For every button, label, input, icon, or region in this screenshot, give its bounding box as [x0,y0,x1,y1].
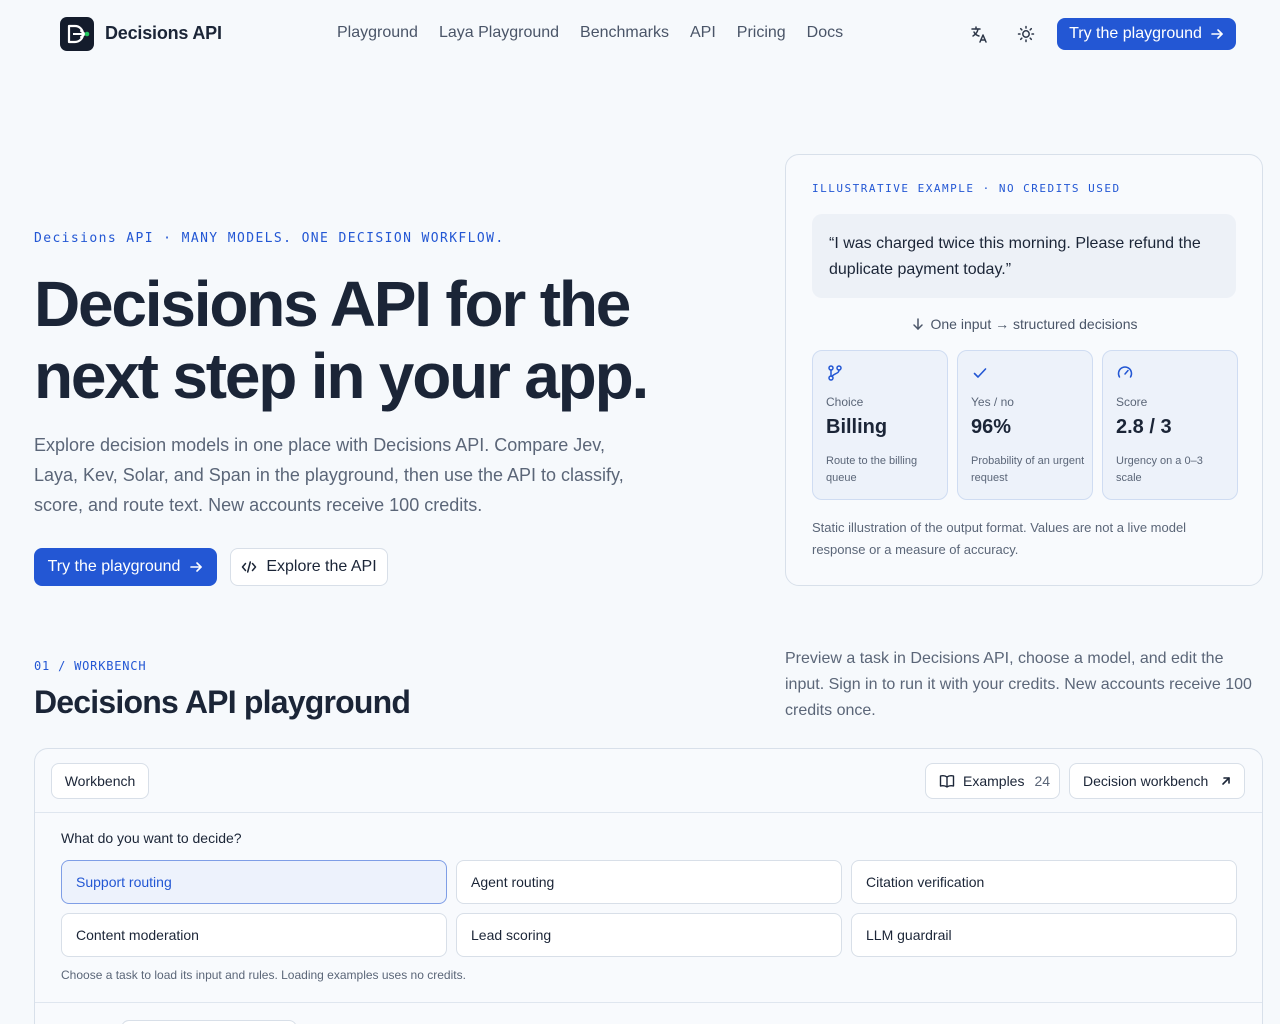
nav-pricing[interactable]: Pricing [737,24,786,42]
workbench-panel: Workbench Examples 24 Decision workbench… [34,748,1263,1024]
tile-yes-no: Yes / no 96% Probability of an urgent re… [957,350,1093,500]
header-cta-label: Try the playground [1069,25,1202,42]
main-nav: Playground Laya Playground Benchmarks AP… [337,24,843,42]
decision-workbench-label: Decision workbench [1083,773,1209,789]
examples-button[interactable]: Examples 24 [925,763,1060,799]
book-icon [939,775,955,788]
example-quote: “I was charged twice this morning. Pleas… [812,214,1236,298]
site-header: Decisions API Playground Laya Playground… [0,0,1280,68]
tile-description: Urgency on a 0–3 scale [1116,455,1203,484]
decide-question: What do you want to decide? [61,830,242,846]
task-options: Support routing Agent routing Citation v… [61,860,1237,957]
nav-benchmarks[interactable]: Benchmarks [580,24,669,42]
logo-icon[interactable] [60,17,94,51]
check-icon [971,364,989,387]
option-citation-verification[interactable]: Citation verification [851,860,1237,904]
hero-title-line-2: next step in your app. [34,340,649,412]
tile-label: Choice [826,395,864,409]
hero-title: Decisions API for the next step in your … [34,268,734,412]
explore-api-button[interactable]: Explore the API [230,548,388,586]
tile-score: Score 2.8 / 3 Urgency on a 0–3 scale [1102,350,1238,500]
tile-value: 2.8 / 3 [1116,416,1172,438]
nav-playground[interactable]: Playground [337,24,418,42]
code-icon [242,561,257,573]
workbench-toolbar: Workbench Examples 24 Decision workbench [35,749,1262,813]
flow-label-text: One input → structured decisions [930,316,1138,332]
sun-icon[interactable] [1016,24,1036,44]
section-title: Decisions API playground [34,684,411,720]
arrow-up-right-icon [1222,777,1231,785]
option-support-routing[interactable]: Support routing [61,860,447,904]
nav-api[interactable]: API [690,24,716,42]
option-agent-routing[interactable]: Agent routing [456,860,842,904]
flow-label: One input → structured decisions [786,316,1262,332]
nav-docs[interactable]: Docs [807,24,843,42]
arrow-right-icon [1211,29,1223,39]
tile-choice: Choice Billing Route to the billing queu… [812,350,948,500]
brand-name[interactable]: Decisions API [105,23,222,44]
option-lead-scoring[interactable]: Lead scoring [456,913,842,957]
example-note: Static illustration of the output format… [812,520,1187,557]
hero-title-line-1: Decisions API for the [34,268,631,340]
tile-value: 96% [971,416,1012,438]
example-card: ILLUSTRATIVE EXAMPLE · NO CREDITS USED “… [785,154,1263,586]
decision-tiles: Choice Billing Route to the billing queu… [812,350,1238,500]
tab-workbench[interactable]: Workbench [51,763,149,799]
header-try-playground-button[interactable]: Try the playground [1057,18,1236,50]
model-select[interactable] [121,1020,297,1024]
tile-label: Yes / no [971,395,1014,409]
tile-value: Billing [826,416,888,438]
option-content-moderation[interactable]: Content moderation [61,913,447,957]
tile-label: Score [1116,395,1148,409]
hero-eyebrow: Decisions API · MANY MODELS. ONE DECISIO… [34,231,505,246]
examples-count: 24 [1034,773,1051,789]
option-llm-guardrail[interactable]: LLM guardrail [851,913,1237,957]
decision-workbench-link[interactable]: Decision workbench [1069,763,1245,799]
hero-lead: Explore decision models in one place wit… [34,435,624,515]
tile-description: Probability of an urgent request [971,455,1085,484]
branch-icon [826,364,844,387]
section-description: Preview a task in Decisions API, choose … [785,650,1252,719]
task-hint: Choose a task to load its input and rule… [61,968,466,982]
arrow-right-icon [190,562,203,572]
examples-label: Examples [963,773,1025,789]
gauge-icon [1116,364,1134,387]
arrow-down-icon [912,318,923,330]
explore-api-label: Explore the API [266,558,377,575]
try-playground-button[interactable]: Try the playground [34,548,217,586]
try-playground-label: Try the playground [47,558,181,575]
translate-icon[interactable] [969,24,989,44]
divider [35,1002,1262,1003]
example-eyebrow: ILLUSTRATIVE EXAMPLE · NO CREDITS USED [812,182,1121,195]
section-eyebrow: 01 / WORKBENCH [34,659,147,673]
nav-laya-playground[interactable]: Laya Playground [439,24,559,42]
tile-description: Route to the billing queue [826,455,918,484]
